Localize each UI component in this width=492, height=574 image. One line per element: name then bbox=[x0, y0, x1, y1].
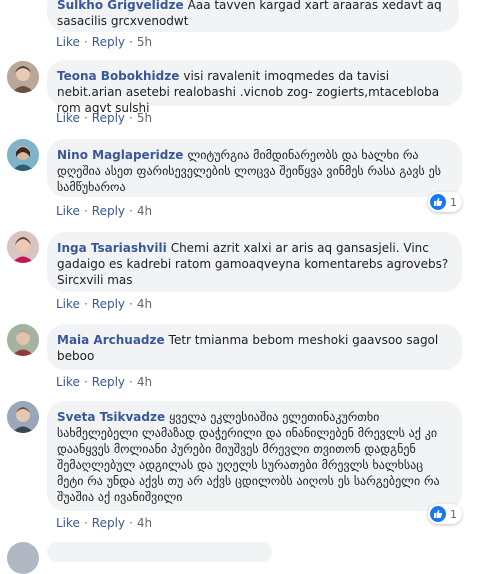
comment-actions: Like · Reply · 4h bbox=[56, 297, 152, 311]
comment-timestamp[interactable]: 4h bbox=[137, 375, 152, 389]
like-link[interactable]: Like bbox=[56, 375, 80, 389]
like-link[interactable]: Like bbox=[56, 204, 80, 218]
like-link[interactable]: Like bbox=[56, 297, 80, 311]
comment-bubble: Sveta Tsikvadze ყველა ეკლესიაშია ელეთინაკ… bbox=[47, 401, 462, 511]
comment-actions: Like · Reply · 5h bbox=[56, 35, 152, 49]
like-link[interactable]: Like bbox=[56, 35, 80, 49]
separator: · bbox=[83, 204, 88, 218]
like-reaction-icon bbox=[430, 194, 446, 210]
reaction-number: 1 bbox=[450, 195, 457, 209]
separator: · bbox=[129, 35, 133, 49]
separator: · bbox=[83, 375, 88, 389]
comment-text: ყველა ეკლესიაშია ელეთინაკურთხი სახმელებე… bbox=[57, 410, 440, 504]
reaction-number: 1 bbox=[450, 507, 457, 521]
comment-actions: Like · Reply · 4h bbox=[56, 516, 152, 530]
reply-link[interactable]: Reply bbox=[92, 204, 125, 218]
comment-timestamp[interactable]: 5h bbox=[137, 35, 152, 49]
separator: · bbox=[83, 35, 88, 49]
next-comment-peek bbox=[7, 542, 39, 574]
next-comment-bubble-peek bbox=[47, 542, 272, 562]
comment-author[interactable]: Maia Archuadze bbox=[57, 333, 165, 347]
reply-link[interactable]: Reply bbox=[92, 297, 125, 311]
comment-timestamp[interactable]: 4h bbox=[137, 297, 152, 311]
separator: · bbox=[129, 297, 133, 311]
comment-timestamp[interactable]: 4h bbox=[137, 516, 152, 530]
comment-bubble: Maia Archuadze Tetr tmianma bebom meshoki… bbox=[47, 324, 462, 370]
comment-bubble: Sulkho Grigvelidze Aaa tavven kargad xart… bbox=[47, 0, 459, 32]
separator: · bbox=[83, 111, 88, 125]
reaction-count[interactable]: 1 bbox=[428, 504, 462, 524]
comment-bubble: Nino Maglaperidze ლიტურგია მიმდინარეობს დ… bbox=[47, 139, 462, 197]
comment-author[interactable]: Inga Tsariashvili bbox=[57, 241, 167, 255]
separator: · bbox=[129, 375, 133, 389]
comment-author[interactable]: Sulkho Grigvelidze bbox=[57, 0, 184, 12]
separator: · bbox=[129, 111, 133, 125]
separator: · bbox=[83, 297, 88, 311]
reply-link[interactable]: Reply bbox=[92, 516, 125, 530]
separator: · bbox=[129, 204, 133, 218]
user-avatar-icon bbox=[7, 139, 39, 171]
comment-author[interactable]: Nino Maglaperidze bbox=[57, 148, 183, 162]
comment-author[interactable]: Teona Bobokhidze bbox=[57, 69, 179, 83]
like-link[interactable]: Like bbox=[56, 111, 80, 125]
comment-timestamp[interactable]: 4h bbox=[137, 204, 152, 218]
comment-actions: Like · Reply · 5h bbox=[56, 111, 152, 125]
avatar[interactable] bbox=[7, 324, 39, 356]
like-reaction-icon bbox=[430, 506, 446, 522]
reply-link[interactable]: Reply bbox=[92, 111, 125, 125]
reply-link[interactable]: Reply bbox=[92, 35, 125, 49]
reaction-count[interactable]: 1 bbox=[428, 192, 462, 212]
user-avatar-icon bbox=[7, 61, 39, 93]
user-avatar-icon bbox=[7, 324, 39, 356]
comment-author[interactable]: Sveta Tsikvadze bbox=[57, 410, 165, 424]
separator: · bbox=[83, 516, 88, 530]
user-avatar-icon bbox=[7, 401, 39, 433]
avatar[interactable] bbox=[7, 61, 39, 93]
avatar[interactable] bbox=[7, 401, 39, 433]
comment-timestamp[interactable]: 5h bbox=[137, 111, 152, 125]
avatar[interactable] bbox=[7, 139, 39, 171]
avatar[interactable] bbox=[7, 231, 39, 263]
reply-link[interactable]: Reply bbox=[92, 375, 125, 389]
comment-bubble: Teona Bobokhidze visi ravalenit imoqmedes… bbox=[47, 60, 462, 115]
like-link[interactable]: Like bbox=[56, 516, 80, 530]
user-avatar-icon bbox=[7, 231, 39, 263]
comment-actions: Like · Reply · 4h bbox=[56, 204, 152, 218]
comment-bubble: Inga Tsariashvili Chemi azrit xalxi ar ar… bbox=[47, 232, 462, 292]
separator: · bbox=[129, 516, 133, 530]
comment-actions: Like · Reply · 4h bbox=[56, 375, 152, 389]
